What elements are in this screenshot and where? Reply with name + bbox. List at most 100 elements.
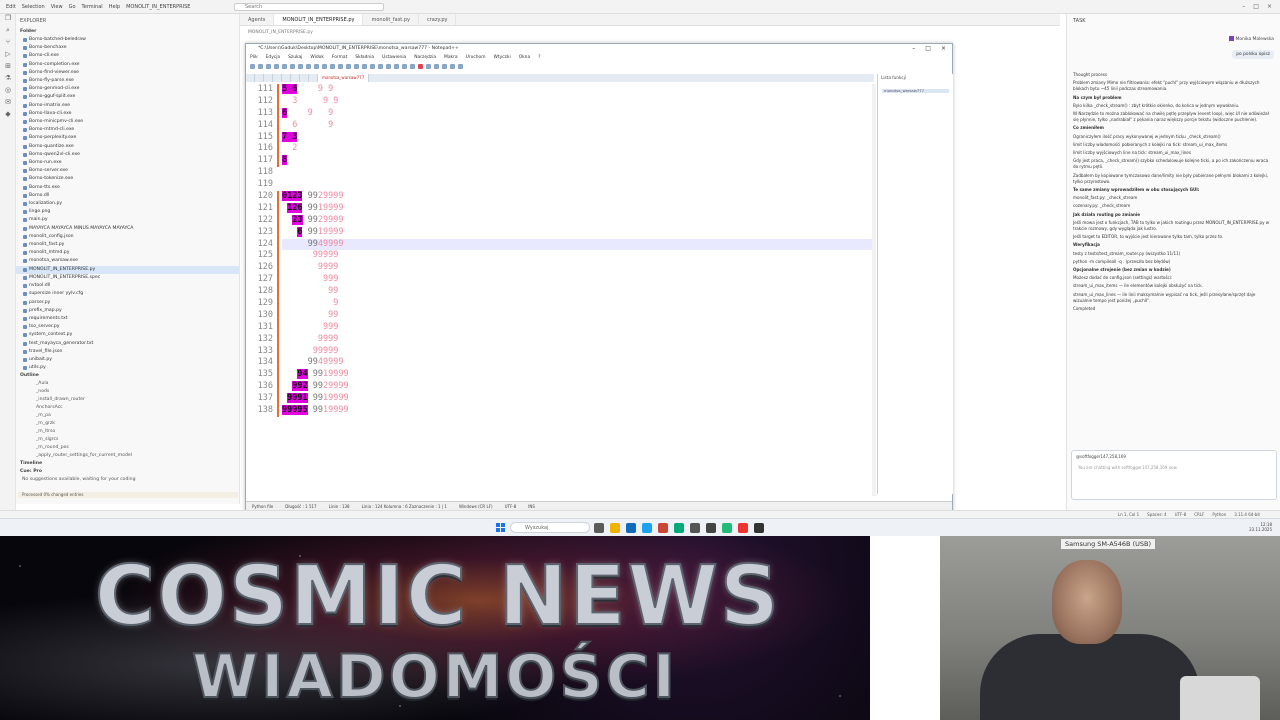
file-item[interactable]: nvtool.dll (16, 282, 239, 290)
file-item[interactable]: monolit_fast.py (16, 241, 239, 249)
close-icon[interactable]: × (1267, 3, 1272, 10)
notepad-menu-item[interactable]: Wtyczki (494, 54, 511, 62)
extensions-icon[interactable]: ⊞ (0, 62, 16, 74)
taskbar-app-icon[interactable] (754, 523, 764, 533)
file-tab[interactable] (300, 74, 309, 82)
menu-terminal[interactable]: Terminal (82, 4, 103, 10)
workspace-name[interactable]: MONOLIT_IN_ENTERPRISE (126, 4, 190, 10)
notepad-menu-item[interactable]: Narzędzia (414, 54, 436, 62)
testing-icon[interactable]: ⚗ (0, 74, 16, 86)
outline-item[interactable]: _m_pa (16, 412, 239, 420)
status-item[interactable]: CRLF (1194, 511, 1204, 518)
menu-view[interactable]: View (51, 4, 63, 10)
code-line[interactable]: 2 (282, 143, 872, 155)
file-item[interactable]: Borno-tokenize.exe (16, 175, 239, 183)
code-line[interactable]: 3 9 9 (282, 96, 872, 108)
vertical-scrollbar[interactable] (872, 84, 876, 496)
file-item[interactable]: MONOLIT_IN_ENTERPRISE.spec (16, 274, 239, 282)
outline-item[interactable]: _m_round_pos (16, 444, 239, 452)
open-file-icon[interactable] (258, 63, 263, 69)
file-tab[interactable] (264, 74, 273, 82)
code-line[interactable] (282, 167, 872, 179)
monitor-icon[interactable] (410, 63, 415, 69)
tab-monolit-fast[interactable]: monolit_fast.py (363, 14, 419, 25)
file-item[interactable]: Borno-minicpmv-cli.exe (16, 118, 239, 126)
code-line[interactable]: 126 9919999 (282, 202, 872, 215)
code-line[interactable]: 99999 (282, 250, 872, 262)
taskbar-app-icon[interactable] (642, 523, 652, 533)
undo-icon[interactable] (322, 63, 327, 69)
outline-item[interactable]: _m_ltrso (16, 428, 239, 436)
file-item[interactable]: Borno-quantize.exe (16, 143, 239, 151)
wrap-icon[interactable] (378, 63, 383, 69)
file-item[interactable]: main.py (16, 216, 239, 224)
windows-start-icon[interactable] (496, 523, 505, 532)
file-tab[interactable] (291, 74, 300, 82)
menu-go[interactable]: Go (69, 4, 76, 10)
save-all-icon[interactable] (274, 63, 279, 69)
file-item[interactable]: Borno.dll (16, 192, 239, 200)
file-tab[interactable] (273, 74, 282, 82)
paste-icon[interactable] (314, 63, 319, 69)
taskbar-search[interactable]: Wyszukaj (510, 522, 590, 533)
taskbar-app-icon[interactable] (626, 523, 636, 533)
remote-icon[interactable]: ◎ (0, 86, 16, 98)
code-line[interactable]: 99 (282, 286, 872, 298)
stop-macro-icon[interactable] (426, 63, 431, 69)
menu-selection[interactable]: Selection (22, 4, 45, 10)
context-chip[interactable]: @softfogger147,258,169 (1076, 454, 1126, 459)
outline-item[interactable]: _Aula (16, 380, 239, 388)
code-line[interactable] (282, 179, 872, 191)
redo-icon[interactable] (330, 63, 335, 69)
status-item[interactable]: Spaces: 4 (1147, 511, 1166, 518)
notepad-menu-item[interactable]: Widok (310, 54, 323, 62)
code-area[interactable]: 5 6 9 9 3 9 96 9 9 6 97 3 2 8 0123 9929999… (282, 84, 872, 417)
replace-icon[interactable] (346, 63, 351, 69)
zoom-out-icon[interactable] (362, 63, 367, 69)
run-debug-icon[interactable]: ▷ (0, 50, 16, 62)
file-item[interactable]: Borno-mtmd-cli.exe (16, 126, 239, 134)
file-item[interactable]: Borno-perplexity.exe (16, 134, 239, 142)
outline-item[interactable]: _m_grzk (16, 420, 239, 428)
record-macro-icon[interactable] (418, 63, 423, 69)
taskbar-app-icon[interactable] (674, 523, 684, 533)
folder-section[interactable]: Folder (16, 28, 239, 36)
play-macro-icon[interactable] (434, 63, 439, 69)
file-item[interactable]: Borno-run.exe (16, 159, 239, 167)
notepad-minimize-icon[interactable]: – (912, 44, 915, 54)
find-icon[interactable] (338, 63, 343, 69)
new-file-icon[interactable] (250, 63, 255, 69)
code-line[interactable]: 99 (282, 310, 872, 322)
notepad-menu-item[interactable]: Edycja (266, 54, 280, 62)
file-item[interactable]: localization.py (16, 200, 239, 208)
cue-section[interactable]: Cue: Pro (16, 468, 239, 476)
code-line[interactable]: 0123 9929999 (282, 191, 872, 203)
file-item[interactable]: utils.py (16, 364, 239, 372)
code-line[interactable]: 992 9929999 (282, 381, 872, 393)
file-item[interactable]: Borno-find-viewer.exe (16, 69, 239, 77)
notepad-menu-item[interactable]: Uruchom (466, 54, 486, 62)
file-item[interactable]: lingo.png (16, 208, 239, 216)
taskbar-app-icon[interactable] (594, 523, 604, 533)
file-tab[interactable] (282, 74, 291, 82)
file-item[interactable]: MONOLIT_IN_ENTERPRISE.py (16, 265, 239, 274)
maximize-icon[interactable]: □ (1253, 3, 1259, 10)
file-item[interactable]: Borno-batched-beledraw (16, 36, 239, 44)
file-item[interactable]: unibait.py (16, 356, 239, 364)
outline-item[interactable]: _m_slgrcs (16, 436, 239, 444)
code-line[interactable]: 9991 9919999 (282, 393, 872, 405)
print-icon[interactable] (290, 63, 295, 69)
file-tab-active[interactable]: monotsa_warsaw777 (318, 74, 370, 82)
code-line[interactable]: 6 9 (282, 120, 872, 132)
taskbar-app-icon[interactable] (706, 523, 716, 533)
notepad-menu-item[interactable]: Ustawienia (382, 54, 406, 62)
tab-crazy[interactable]: crazy.py (419, 14, 457, 25)
outline-item[interactable]: _apply_router_settings_for_current_model (16, 452, 239, 460)
code-line[interactable]: 9999 (282, 262, 872, 274)
notepad-menu-item[interactable]: Makra (444, 54, 458, 62)
breadcrumb[interactable]: MONOLIT_IN_ENTERPRISE.py (248, 30, 313, 35)
notepad-menu-item[interactable]: ? (538, 54, 540, 62)
sync-icon[interactable] (370, 63, 375, 69)
taskbar-app-icon[interactable] (738, 523, 748, 533)
source-control-icon[interactable]: ⑂ (0, 38, 16, 50)
